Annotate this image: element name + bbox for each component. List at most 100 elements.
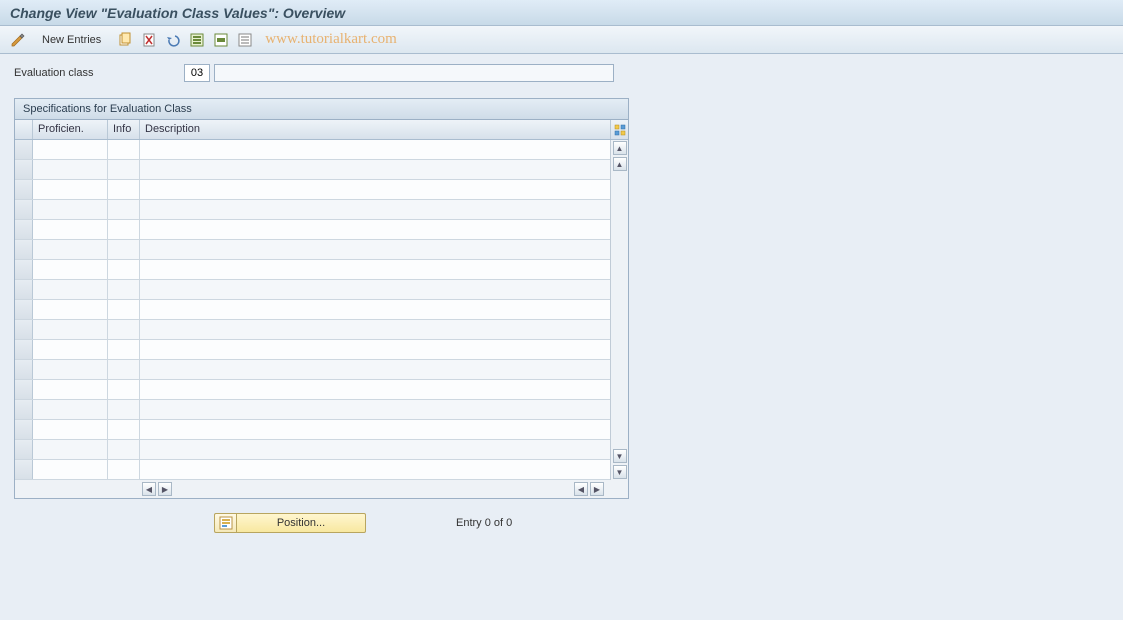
cell-proficiency[interactable] xyxy=(33,360,108,379)
table-row xyxy=(15,320,610,340)
cell-proficiency[interactable] xyxy=(33,400,108,419)
cell-info[interactable] xyxy=(108,140,140,159)
window-title: Change View "Evaluation Class Values": O… xyxy=(10,5,345,21)
copy-icon[interactable] xyxy=(115,30,135,50)
select-all-icon[interactable] xyxy=(187,30,207,50)
cell-proficiency[interactable] xyxy=(33,340,108,359)
toolbar: New Entries www.tutorialkart.com xyxy=(0,26,1123,54)
cell-description[interactable] xyxy=(140,460,610,479)
row-selector[interactable] xyxy=(15,280,33,299)
row-selector[interactable] xyxy=(15,320,33,339)
deselect-all-icon[interactable] xyxy=(235,30,255,50)
cell-description[interactable] xyxy=(140,360,610,379)
cell-proficiency[interactable] xyxy=(33,160,108,179)
cell-proficiency[interactable] xyxy=(33,260,108,279)
cell-info[interactable] xyxy=(108,200,140,219)
cell-info[interactable] xyxy=(108,340,140,359)
cell-proficiency[interactable] xyxy=(33,280,108,299)
row-selector[interactable] xyxy=(15,420,33,439)
cell-proficiency[interactable] xyxy=(33,460,108,479)
col-info[interactable]: Info xyxy=(108,120,140,139)
cell-description[interactable] xyxy=(140,440,610,459)
grid-header-selector[interactable] xyxy=(15,120,33,139)
cell-description[interactable] xyxy=(140,240,610,259)
cell-info[interactable] xyxy=(108,180,140,199)
cell-proficiency[interactable] xyxy=(33,440,108,459)
cell-info[interactable] xyxy=(108,280,140,299)
cell-info[interactable] xyxy=(108,440,140,459)
row-selector[interactable] xyxy=(15,340,33,359)
cell-info[interactable] xyxy=(108,320,140,339)
row-selector[interactable] xyxy=(15,140,33,159)
hscroll-right2-icon[interactable]: ▶ xyxy=(590,482,604,496)
specifications-group: Specifications for Evaluation Class Prof… xyxy=(14,98,629,499)
vertical-scrollbar[interactable]: ▲ ▲ ▼ ▼ xyxy=(610,140,628,480)
cell-description[interactable] xyxy=(140,220,610,239)
table-settings-icon[interactable] xyxy=(610,120,628,139)
cell-info[interactable] xyxy=(108,360,140,379)
cell-info[interactable] xyxy=(108,160,140,179)
cell-description[interactable] xyxy=(140,420,610,439)
cell-proficiency[interactable] xyxy=(33,380,108,399)
row-selector[interactable] xyxy=(15,220,33,239)
row-selector[interactable] xyxy=(15,400,33,419)
cell-info[interactable] xyxy=(108,460,140,479)
cell-proficiency[interactable] xyxy=(33,140,108,159)
cell-proficiency[interactable] xyxy=(33,320,108,339)
delete-icon[interactable] xyxy=(139,30,159,50)
cell-proficiency[interactable] xyxy=(33,240,108,259)
row-selector[interactable] xyxy=(15,360,33,379)
row-selector[interactable] xyxy=(15,260,33,279)
row-selector[interactable] xyxy=(15,300,33,319)
cell-proficiency[interactable] xyxy=(33,200,108,219)
table-row xyxy=(15,440,610,460)
cell-description[interactable] xyxy=(140,280,610,299)
cell-info[interactable] xyxy=(108,300,140,319)
hscroll-left-icon[interactable]: ◀ xyxy=(142,482,156,496)
cell-proficiency[interactable] xyxy=(33,420,108,439)
row-selector[interactable] xyxy=(15,460,33,479)
row-selector[interactable] xyxy=(15,200,33,219)
row-selector[interactable] xyxy=(15,180,33,199)
cell-description[interactable] xyxy=(140,140,610,159)
cell-proficiency[interactable] xyxy=(33,300,108,319)
change-display-icon[interactable] xyxy=(8,30,28,50)
col-description[interactable]: Description xyxy=(140,120,610,139)
cell-info[interactable] xyxy=(108,260,140,279)
scroll-up-icon[interactable]: ▲ xyxy=(613,141,627,155)
cell-description[interactable] xyxy=(140,320,610,339)
hscroll-right-icon[interactable]: ▶ xyxy=(158,482,172,496)
undo-icon[interactable] xyxy=(163,30,183,50)
scroll-down2-icon[interactable]: ▼ xyxy=(613,465,627,479)
evaluation-class-desc-input[interactable] xyxy=(214,64,614,82)
new-entries-button[interactable]: New Entries xyxy=(36,32,107,48)
cell-description[interactable] xyxy=(140,300,610,319)
position-button[interactable]: Position... xyxy=(236,513,366,533)
hscroll-left2-icon[interactable]: ◀ xyxy=(574,482,588,496)
cell-description[interactable] xyxy=(140,340,610,359)
cell-description[interactable] xyxy=(140,400,610,419)
row-selector[interactable] xyxy=(15,380,33,399)
cell-proficiency[interactable] xyxy=(33,180,108,199)
cell-info[interactable] xyxy=(108,400,140,419)
cell-description[interactable] xyxy=(140,200,610,219)
row-selector[interactable] xyxy=(15,160,33,179)
cell-info[interactable] xyxy=(108,380,140,399)
scroll-up2-icon[interactable]: ▲ xyxy=(613,157,627,171)
row-selector[interactable] xyxy=(15,240,33,259)
cell-info[interactable] xyxy=(108,220,140,239)
cell-proficiency[interactable] xyxy=(33,220,108,239)
row-selector[interactable] xyxy=(15,440,33,459)
cell-description[interactable] xyxy=(140,260,610,279)
entry-counter: Entry 0 of 0 xyxy=(456,517,512,529)
cell-description[interactable] xyxy=(140,180,610,199)
cell-description[interactable] xyxy=(140,380,610,399)
select-block-icon[interactable] xyxy=(211,30,231,50)
col-proficiency[interactable]: Proficien. xyxy=(33,120,108,139)
evaluation-class-code-input[interactable] xyxy=(184,64,210,82)
scroll-down-icon[interactable]: ▼ xyxy=(613,449,627,463)
cell-info[interactable] xyxy=(108,240,140,259)
position-icon[interactable] xyxy=(214,513,236,533)
cell-info[interactable] xyxy=(108,420,140,439)
cell-description[interactable] xyxy=(140,160,610,179)
